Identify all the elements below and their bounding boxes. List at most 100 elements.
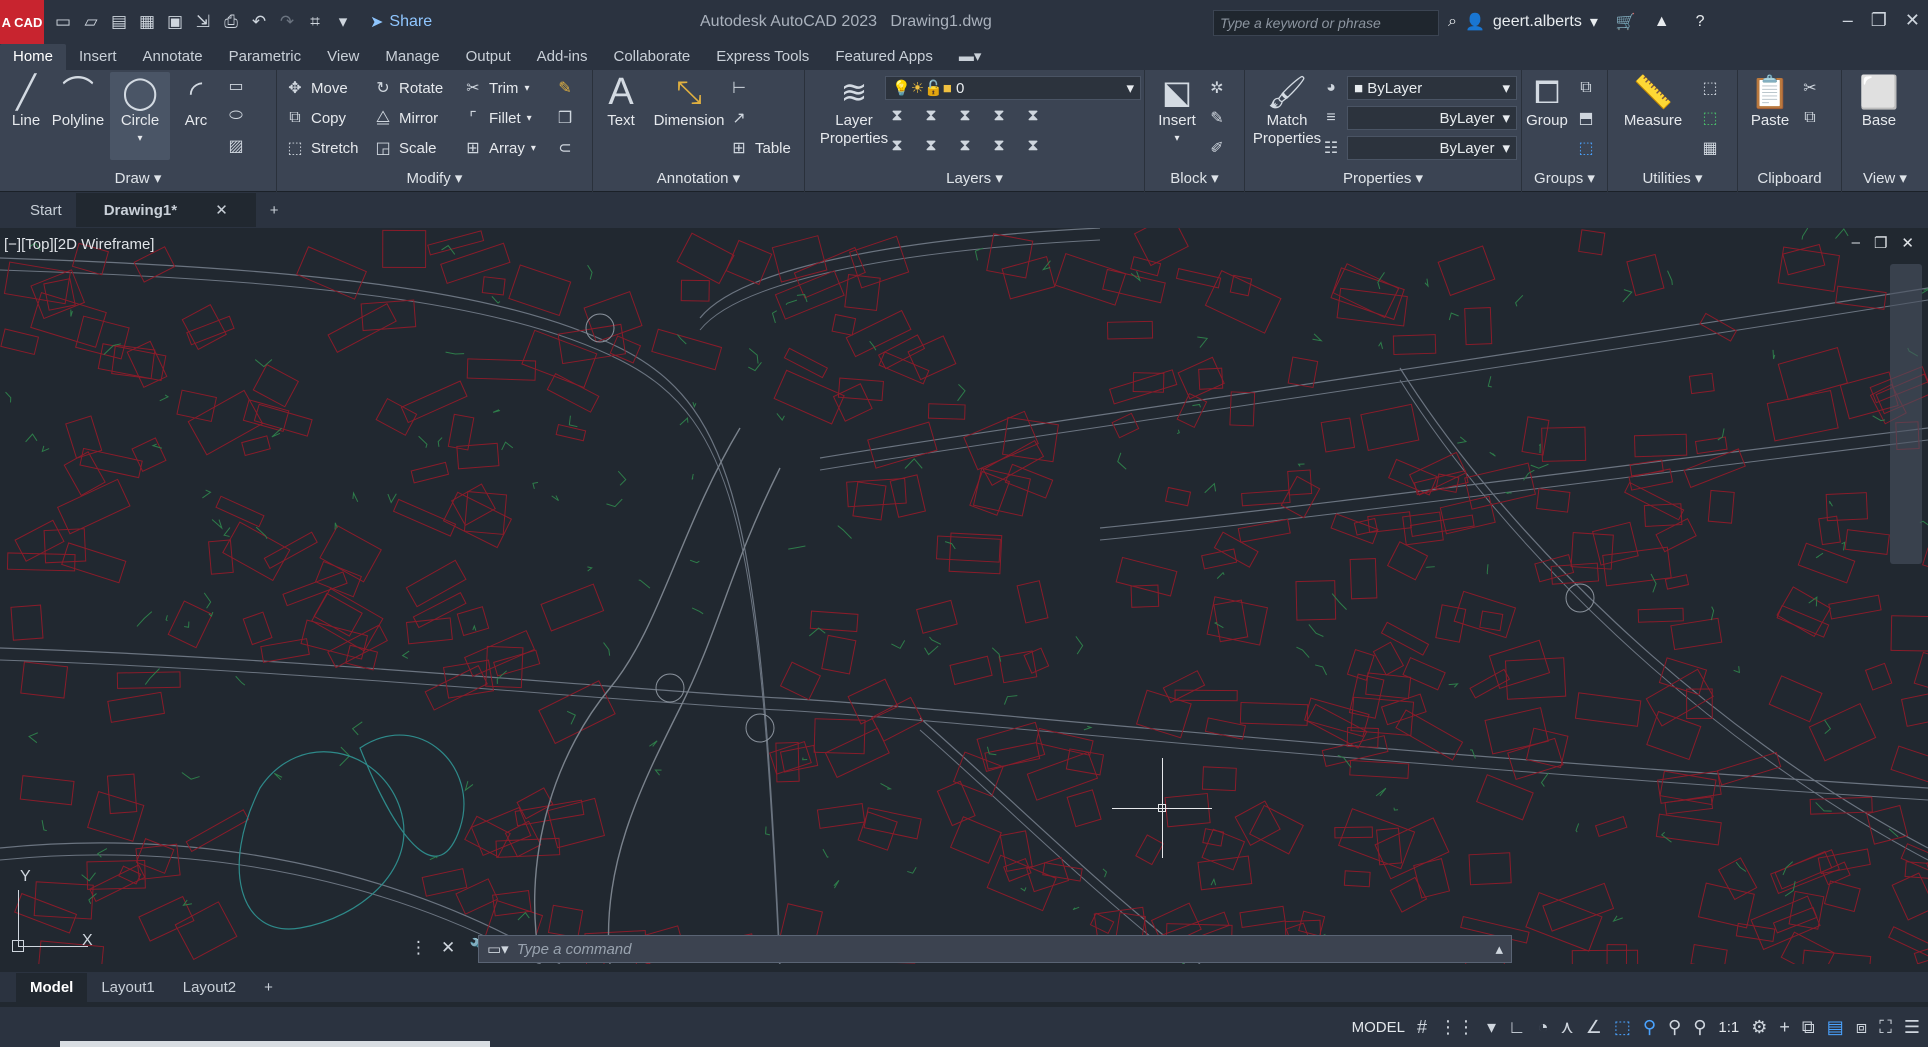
tab-featured-apps[interactable]: Featured Apps: [822, 44, 946, 70]
copy-button[interactable]: ⧉ Copy: [285, 108, 346, 128]
navigation-bar[interactable]: [1890, 264, 1922, 564]
autocad-logo[interactable]: A CAD: [0, 0, 44, 44]
group-selection-button[interactable]: ⬚: [1576, 138, 1596, 158]
explode-button[interactable]: ❒: [555, 108, 575, 128]
layer-unisolate-icon[interactable]: ⧗: [887, 136, 907, 156]
draw-panel-label[interactable]: Draw ▾: [0, 168, 276, 192]
circle-button[interactable]: ◯ Circle ▾: [110, 72, 170, 160]
undo-icon[interactable]: ↶: [248, 11, 270, 33]
layer-iso-icon[interactable]: ⧗: [887, 106, 907, 126]
edit-attributes-button[interactable]: ✐: [1207, 138, 1227, 158]
layer-thaw-icon[interactable]: ⧗: [955, 136, 975, 156]
workspace-icon[interactable]: ⌗: [304, 11, 326, 33]
tab-layout1[interactable]: Layout1: [87, 973, 168, 1002]
tab-manage[interactable]: Manage: [372, 44, 452, 70]
fillet-button[interactable]: ⌜ Fillet ▾: [463, 108, 531, 128]
table-button[interactable]: ⊞ Table: [729, 138, 791, 158]
save-icon[interactable]: ▤: [108, 11, 130, 33]
tab-view[interactable]: View: [314, 44, 372, 70]
linetype-icon-button[interactable]: ☷: [1321, 138, 1341, 158]
leader-button[interactable]: ↗: [729, 108, 749, 128]
annotation-scale-icon[interactable]: ⚲: [1693, 1017, 1706, 1038]
object-snap-tracking-icon[interactable]: ∠: [1586, 1017, 1602, 1038]
rotate-button[interactable]: ↻ Rotate: [373, 78, 443, 98]
lock-ui-icon[interactable]: ⧈: [1856, 1017, 1867, 1038]
linear-dim-button[interactable]: ⊢: [729, 78, 749, 98]
color-dropdown[interactable]: ■ ByLayer ▾: [1347, 76, 1517, 100]
polyline-button[interactable]: ⌒ Polyline: [50, 72, 106, 130]
tab-home[interactable]: Home: [0, 44, 67, 70]
add-icon[interactable]: +: [1779, 1017, 1790, 1038]
create-block-button[interactable]: ✲: [1207, 78, 1227, 98]
cart-icon[interactable]: 🛒: [1616, 12, 1636, 32]
viewport-controls-label[interactable]: [−][Top][2D Wireframe]: [4, 236, 154, 253]
drag-handle-icon[interactable]: ⋮: [410, 938, 427, 958]
close-icon[interactable]: ✕: [1905, 10, 1920, 31]
groups-panel-label[interactable]: Groups ▾: [1522, 168, 1607, 192]
snap-icon[interactable]: ⋮⋮: [1439, 1017, 1475, 1038]
paste-button[interactable]: 📋 Paste: [1742, 72, 1798, 130]
tab-start[interactable]: Start: [16, 194, 76, 227]
tab-add-ins[interactable]: Add-ins: [524, 44, 601, 70]
import-icon[interactable]: ⇲: [192, 11, 214, 33]
tab-parametric[interactable]: Parametric: [216, 44, 315, 70]
group-button[interactable]: ⧠ Group: [1524, 72, 1570, 130]
help-icon[interactable]: ?: [1696, 13, 1705, 31]
clipboard-panel-label[interactable]: Clipboard: [1738, 168, 1841, 192]
new-tab-icon[interactable]: +: [256, 194, 293, 227]
tab-collaborate[interactable]: Collaborate: [600, 44, 703, 70]
insert-button[interactable]: ⬕ Insert ▾: [1149, 72, 1205, 148]
search-icon[interactable]: ⌕: [1448, 13, 1457, 31]
tab-model[interactable]: Model: [16, 972, 88, 1002]
object-snap-icon[interactable]: ⬚: [1614, 1017, 1631, 1038]
utilities-panel-label[interactable]: Utilities ▾: [1608, 168, 1737, 192]
polar-tracking-icon[interactable]: ◔: [1538, 1017, 1549, 1038]
ellipse-button[interactable]: ⬭: [226, 106, 246, 126]
quick-select-button[interactable]: ⬚: [1700, 78, 1720, 98]
autodesk-app-icon[interactable]: ▲: [1654, 13, 1670, 31]
user-account[interactable]: ⌕ 👤 geert.alberts ▾ 🛒 ▲ ?: [1448, 12, 1705, 32]
layer-lock-icon[interactable]: ⧗: [989, 106, 1009, 126]
dimension-button[interactable]: ⤡ Dimension: [649, 72, 729, 130]
ortho-icon[interactable]: ∟: [1508, 1017, 1526, 1038]
hatch-button[interactable]: ▨: [226, 136, 246, 156]
close-tab-icon[interactable]: ✕: [201, 194, 242, 227]
edit-block-button[interactable]: ✎: [1207, 108, 1227, 128]
save-as-icon[interactable]: ▦: [136, 11, 158, 33]
copy-clip-button[interactable]: ⧉: [1800, 108, 1820, 128]
layer-dropdown[interactable]: 💡☀🔓■ 0 ▾: [885, 76, 1141, 100]
redo-icon[interactable]: ↷: [276, 11, 298, 33]
chevron-down-icon[interactable]: ▾: [1590, 12, 1598, 32]
auto-scale-icon[interactable]: ⚲: [1668, 1017, 1681, 1038]
rectangle-button[interactable]: ▭: [226, 76, 246, 96]
arc-button[interactable]: ◜ Arc: [176, 72, 216, 130]
text-button[interactable]: A Text: [601, 72, 641, 130]
trim-button[interactable]: ✂ Trim ▾: [463, 78, 529, 98]
new-file-icon[interactable]: ▭: [52, 11, 74, 33]
linetype-dropdown[interactable]: ByLayer ▾: [1347, 106, 1517, 130]
command-history-icon[interactable]: ▴: [1495, 940, 1503, 958]
layer-properties-button[interactable]: ≋ Layer Properties: [819, 72, 889, 148]
lineweight-dropdown[interactable]: ByLayer ▾: [1347, 136, 1517, 160]
share-button[interactable]: ➤ Share: [370, 12, 432, 32]
measure-button[interactable]: 📏 Measure: [1612, 72, 1694, 130]
viewport-minimize-icon[interactable]: –: [1852, 234, 1860, 252]
tab-layout2[interactable]: Layout2: [169, 973, 250, 1002]
viewport-close-icon[interactable]: ✕: [1901, 234, 1914, 252]
layer-unlock-icon[interactable]: ⧗: [989, 136, 1009, 156]
print-icon[interactable]: ⎙: [220, 11, 242, 33]
calculator-button[interactable]: ▦: [1700, 138, 1720, 158]
stretch-button[interactable]: ⬚ Stretch: [285, 138, 358, 158]
model-space-button[interactable]: MODEL: [1352, 1019, 1405, 1036]
lineweight-icon-button[interactable]: ≡: [1321, 108, 1341, 128]
line-button[interactable]: ╱ Line: [6, 72, 46, 130]
tab-output[interactable]: Output: [453, 44, 524, 70]
select-all-button[interactable]: ⬚: [1700, 108, 1720, 128]
command-input[interactable]: ▭▾ Type a command ▴: [478, 935, 1512, 963]
annotation-scale-value[interactable]: 1:1: [1718, 1019, 1739, 1036]
color-wheel[interactable]: ◕: [1321, 78, 1341, 98]
isodraft-icon[interactable]: ⋏: [1561, 1017, 1574, 1038]
chevron-down-icon[interactable]: ▾: [1487, 1017, 1496, 1038]
match-properties-button[interactable]: 🖌 Match Properties: [1249, 72, 1325, 148]
group-edit-button[interactable]: ⬒: [1576, 108, 1596, 128]
